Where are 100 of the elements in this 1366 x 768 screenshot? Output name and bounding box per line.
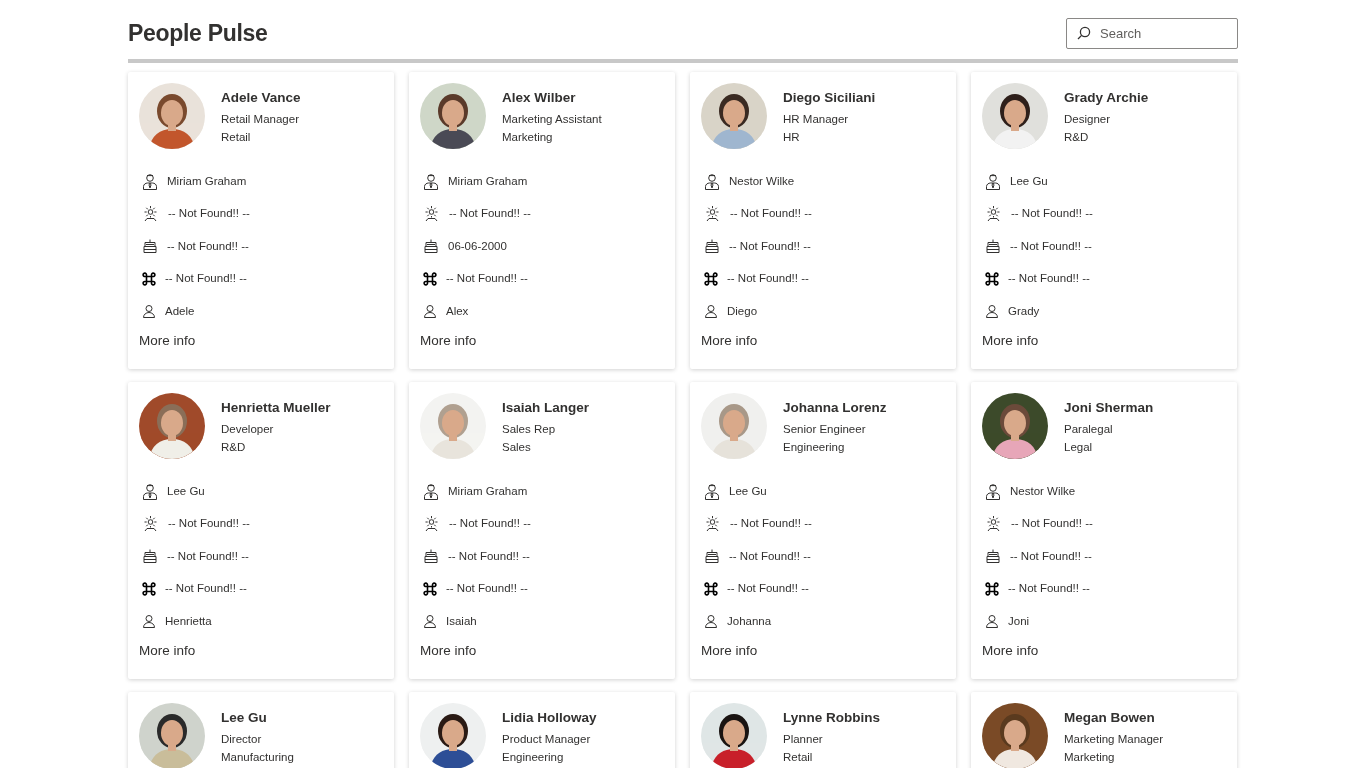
- more-info-link[interactable]: More info: [701, 330, 758, 351]
- person-icon: [985, 614, 999, 629]
- person-name: Lee Gu: [221, 709, 268, 727]
- manager-icon: [985, 482, 1001, 500]
- fireworks-icon: [704, 205, 721, 223]
- detail-text: Diego: [727, 303, 758, 319]
- cake-icon: [985, 238, 1001, 255]
- person-icon: [142, 614, 156, 629]
- detail-text: -- Not Found!! --: [729, 238, 811, 254]
- fireworks-icon: [423, 515, 440, 533]
- detail-text: Joni: [1008, 613, 1030, 629]
- detail-text: Grady: [1008, 303, 1040, 319]
- detail-text: -- Not Found!! --: [727, 581, 809, 597]
- cake-icon: [985, 548, 1001, 565]
- detail-text: -- Not Found!! --: [168, 206, 250, 222]
- fireworks-icon: [985, 205, 1002, 223]
- job-title: Retail Manager: [221, 112, 300, 127]
- job-title: Marketing Manager: [1064, 732, 1164, 747]
- person-name: Lidia Holloway: [502, 709, 597, 727]
- department: Manufacturing: [221, 750, 294, 765]
- detail-text: 06-06-2000: [448, 238, 507, 254]
- department: HR: [783, 130, 801, 145]
- page-title: People Pulse: [128, 19, 268, 48]
- detail-text: Lee Gu: [1010, 173, 1048, 189]
- detail-text: -- Not Found!! --: [167, 238, 249, 254]
- job-title: Developer: [221, 422, 275, 437]
- detail-text: -- Not Found!! --: [727, 271, 809, 287]
- job-title: Marketing Assistant: [502, 112, 602, 127]
- job-title: Planner: [783, 732, 824, 747]
- detail-text: -- Not Found!! --: [446, 271, 528, 287]
- more-info-link[interactable]: More info: [139, 330, 196, 351]
- search-icon: [1077, 26, 1091, 40]
- search-field[interactable]: Search: [1066, 18, 1238, 49]
- manager-icon: [142, 172, 158, 190]
- person-name: Johanna Lorenz: [783, 399, 887, 417]
- cake-icon: [423, 548, 439, 565]
- person-name: Isaiah Langer: [502, 399, 590, 417]
- person-icon: [423, 614, 437, 629]
- person-name: Grady Archie: [1064, 89, 1149, 107]
- more-info-link[interactable]: More info: [982, 640, 1039, 661]
- person-name: Megan Bowen: [1064, 709, 1156, 727]
- detail-text: Miriam Graham: [448, 483, 528, 499]
- person-name: Adele Vance: [221, 89, 301, 107]
- person-name: Lynne Robbins: [783, 709, 880, 727]
- job-title: Product Manager: [502, 732, 592, 747]
- department: Retail: [783, 750, 814, 765]
- command-icon: [142, 271, 156, 286]
- detail-text: Isaiah: [446, 613, 477, 629]
- detail-text: -- Not Found!! --: [165, 271, 247, 287]
- person-icon: [985, 304, 999, 319]
- detail-text: -- Not Found!! --: [730, 516, 812, 532]
- more-info-link[interactable]: More info: [420, 640, 477, 661]
- person-name: Joni Sherman: [1064, 399, 1154, 417]
- detail-text: -- Not Found!! --: [1011, 206, 1093, 222]
- detail-text: -- Not Found!! --: [1010, 238, 1092, 254]
- manager-icon: [423, 172, 439, 190]
- command-icon: [423, 581, 437, 596]
- detail-text: -- Not Found!! --: [729, 548, 811, 564]
- manager-icon: [704, 172, 720, 190]
- job-title: Sales Rep: [502, 422, 557, 437]
- department: Sales: [502, 440, 532, 455]
- person-icon: [704, 614, 718, 629]
- detail-text: -- Not Found!! --: [165, 581, 247, 597]
- fireworks-icon: [142, 205, 159, 223]
- department: R&D: [1064, 130, 1090, 145]
- detail-text: -- Not Found!! --: [449, 516, 531, 532]
- department: Engineering: [783, 440, 846, 455]
- command-icon: [142, 581, 156, 596]
- detail-text: Miriam Graham: [167, 173, 247, 189]
- more-info-link[interactable]: More info: [139, 640, 196, 661]
- fireworks-icon: [985, 515, 1002, 533]
- manager-icon: [985, 172, 1001, 190]
- manager-icon: [142, 482, 158, 500]
- more-info-link[interactable]: More info: [982, 330, 1039, 351]
- cake-icon: [423, 238, 439, 255]
- cake-icon: [704, 548, 720, 565]
- more-info-link[interactable]: More info: [420, 330, 477, 351]
- more-info-link[interactable]: More info: [701, 640, 758, 661]
- command-icon: [985, 581, 999, 596]
- department: Legal: [1064, 440, 1094, 455]
- detail-text: Adele: [165, 303, 195, 319]
- command-icon: [704, 581, 718, 596]
- person-name: Henrietta Mueller: [221, 399, 331, 417]
- manager-icon: [423, 482, 439, 500]
- detail-text: Nestor Wilke: [1010, 483, 1076, 499]
- detail-text: Miriam Graham: [448, 173, 528, 189]
- job-title: Designer: [1064, 112, 1112, 127]
- person-icon: [142, 304, 156, 319]
- detail-text: -- Not Found!! --: [449, 206, 531, 222]
- department: Engineering: [502, 750, 565, 765]
- detail-text: Lee Gu: [167, 483, 205, 499]
- person-name: Diego Siciliani: [783, 89, 876, 107]
- detail-text: Nestor Wilke: [729, 173, 795, 189]
- detail-text: -- Not Found!! --: [730, 206, 812, 222]
- command-icon: [704, 271, 718, 286]
- department: Marketing: [1064, 750, 1116, 765]
- job-title: Senior Engineer: [783, 422, 867, 437]
- detail-text: -- Not Found!! --: [1008, 271, 1090, 287]
- detail-text: -- Not Found!! --: [168, 516, 250, 532]
- detail-text: -- Not Found!! --: [448, 548, 530, 564]
